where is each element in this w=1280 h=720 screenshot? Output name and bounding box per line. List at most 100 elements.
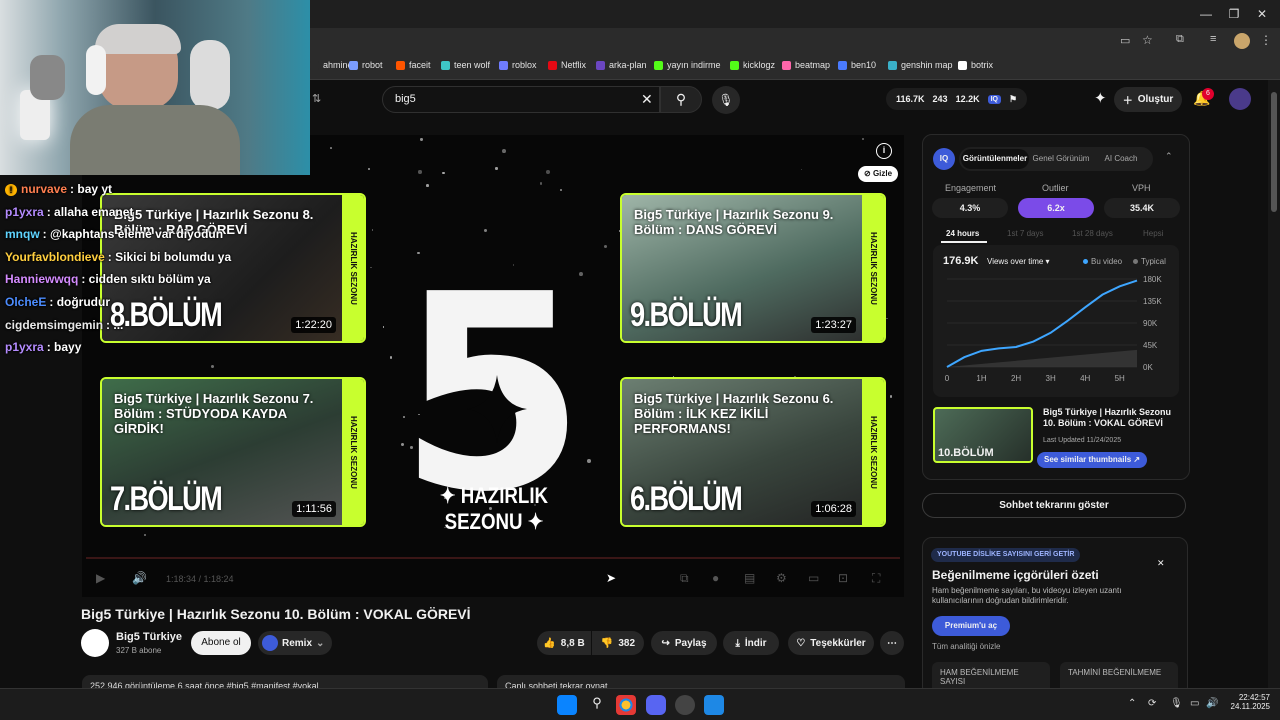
preview-analytics-link[interactable]: Tüm analitiği önizle: [932, 642, 1000, 651]
filter-icon[interactable]: ⇅: [312, 92, 321, 105]
x-tick-label: 2H: [1011, 374, 1021, 383]
bookmark-label: ben10: [851, 60, 877, 70]
fullscreen-icon[interactable]: ⛶: [872, 571, 880, 586]
miniplayer-icon[interactable]: ⧉: [680, 571, 689, 586]
profile-avatar[interactable]: [1234, 33, 1250, 49]
download-icon: ⤓: [735, 637, 740, 649]
tray-chevron-up-icon[interactable]: ⌃: [1128, 698, 1136, 709]
dislike-banner: YOUTUBE DİSLİKE SAYISINI GERİ GETİR: [931, 548, 1081, 562]
legend-this: Bu video: [1083, 257, 1122, 266]
last-updated: Last Updated 11/24/2025: [1043, 437, 1122, 444]
search-input[interactable]: big5 ✕: [382, 86, 660, 113]
collapse-icon[interactable]: ⌃: [1165, 151, 1173, 162]
theater-mode-icon[interactable]: ▭: [808, 571, 819, 585]
windows-start-icon[interactable]: [557, 695, 577, 715]
clock[interactable]: 22:42:57 24.11.2025: [1226, 693, 1270, 711]
account-avatar[interactable]: [1229, 88, 1251, 110]
autoplay-toggle[interactable]: ●: [712, 571, 719, 585]
scrollbar-thumb[interactable]: [1271, 92, 1277, 212]
reading-list-icon[interactable]: ≡: [1210, 33, 1216, 45]
obs-icon[interactable]: [675, 695, 695, 715]
endscreen-video-8[interactable]: Big5 Türkiye | Hazırlık Sezonu 8. Bölüm …: [100, 193, 366, 343]
channel-avatar[interactable]: [81, 629, 109, 657]
views-metric-select[interactable]: Views over time ▾: [987, 257, 1050, 266]
clear-search-icon[interactable]: ✕: [641, 91, 653, 108]
create-button[interactable]: ＋ Oluştur: [1114, 87, 1182, 112]
subscribe-button[interactable]: Abone ol: [191, 631, 251, 655]
show-chat-replay-button[interactable]: Sohbet tekrarını göster: [922, 493, 1186, 518]
hide-button[interactable]: ⊘ Gizle: [858, 166, 899, 182]
search-button[interactable]: ⚲: [660, 86, 702, 113]
see-similar-thumbnails-button[interactable]: See similar thumbnails ↗: [1037, 452, 1148, 468]
cast-icon[interactable]: ▭: [1120, 34, 1130, 47]
volume-icon[interactable]: 🔊: [132, 571, 147, 585]
period-all[interactable]: Hepsi: [1143, 229, 1163, 238]
bookmark-item[interactable]: arka-plan: [596, 60, 647, 70]
bookmark-item[interactable]: ben10: [838, 60, 876, 70]
network-icon[interactable]: ▭: [1190, 698, 1199, 709]
download-button[interactable]: ⤓ İndir: [723, 631, 779, 655]
studio-icon[interactable]: ✦: [1094, 89, 1107, 107]
progress-bar[interactable]: [86, 557, 900, 559]
bookmark-item[interactable]: beatmap: [782, 60, 830, 70]
bookmark-favicon-icon: [782, 60, 791, 70]
extension-stats[interactable]: 116.7K 243 12.2K IQ ⚑: [886, 88, 1028, 110]
bookmark-item[interactable]: robot: [349, 60, 383, 70]
description-box[interactable]: 252.946 görüntüleme 6 saat önce #big5 #m…: [82, 675, 488, 688]
tab-ai-coach[interactable]: AI Coach: [1095, 149, 1147, 169]
tab-views[interactable]: Görüntülenmeler: [961, 149, 1029, 169]
share-button[interactable]: ↪ Paylaş: [651, 631, 717, 655]
chat-text: : bay yt: [70, 182, 113, 196]
maximize-icon[interactable]: ❐: [1224, 4, 1244, 24]
remix-button[interactable]: Remix ⌄: [258, 631, 332, 655]
discord-icon[interactable]: [646, 695, 666, 715]
trophy-icon[interactable]: ⚑: [1009, 94, 1017, 105]
minimize-icon[interactable]: —: [1196, 4, 1216, 24]
video-player[interactable]: i ⊘ Gizle Big5 Türkiye | Hazırlık Sezonu…: [82, 135, 904, 597]
endscreen-video-7[interactable]: Big5 Türkiye | Hazırlık Sezonu 7. Bölüm …: [100, 377, 366, 527]
bookmark-item[interactable]: yayın indirme: [654, 60, 721, 70]
channel-name[interactable]: Big5 Türkiye: [116, 631, 182, 643]
endscreen-video-6[interactable]: Big5 Türkiye | Hazırlık Sezonu 6. Bölüm …: [620, 377, 886, 527]
bookmark-item[interactable]: teen wolf: [441, 60, 490, 70]
chat-replay-header[interactable]: Canlı sohbeti tekrar oynat: [497, 675, 905, 688]
info-icon[interactable]: i: [876, 143, 892, 159]
extensions-icon[interactable]: ⧉: [1176, 33, 1184, 46]
search-icon[interactable]: ⚲: [587, 695, 607, 715]
dislike-button[interactable]: 👎 382: [592, 631, 644, 655]
sync-icon[interactable]: ⟳: [1148, 698, 1156, 709]
menu-kebab-icon[interactable]: ⋮: [1260, 33, 1272, 47]
subtitles-icon[interactable]: ▤: [744, 571, 755, 585]
similar-thumbnail[interactable]: 10.BÖLÜM: [933, 407, 1033, 463]
period-28d[interactable]: 1st 28 days: [1072, 229, 1113, 238]
bookmark-item[interactable]: faceit: [396, 60, 431, 70]
bookmark-item[interactable]: botrix: [958, 60, 993, 70]
settings-gear-icon[interactable]: ⚙: [776, 571, 787, 585]
voice-search-button[interactable]: 🎙: [712, 86, 740, 114]
close-window-icon[interactable]: ✕: [1252, 4, 1272, 24]
more-actions-button[interactable]: ⋯: [880, 631, 904, 655]
tab-overview[interactable]: Genel Görünüm: [1029, 149, 1093, 169]
endscreen-title: Big5 Türkiye | Hazırlık Sezonu 9. Bölüm …: [634, 207, 834, 237]
iq-badge[interactable]: IQ: [987, 94, 1001, 104]
chat-message: ! nurvave: bay yt: [5, 182, 112, 196]
speaker-icon[interactable]: 🔊: [1206, 698, 1218, 709]
page-scrollbar[interactable]: [1268, 80, 1280, 688]
bookmark-item[interactable]: genshin map: [888, 60, 953, 70]
bookmark-item[interactable]: roblox: [499, 60, 537, 70]
endscreen-video-9[interactable]: Big5 Türkiye | Hazırlık Sezonu 9. Bölüm …: [620, 193, 886, 343]
thanks-button[interactable]: ♡ Teşekkürler: [788, 631, 874, 655]
bookmark-star-icon[interactable]: ☆: [1142, 33, 1153, 47]
play-icon[interactable]: ▶: [96, 571, 105, 585]
like-button[interactable]: 👍 8,8 B: [537, 631, 591, 655]
photos-icon[interactable]: [704, 695, 724, 715]
premium-button[interactable]: Premium'u aç: [932, 616, 1010, 636]
close-icon[interactable]: ✕: [1157, 558, 1165, 569]
chrome-icon[interactable]: [616, 695, 636, 715]
cast-icon[interactable]: ⊡: [838, 571, 848, 585]
period-7d[interactable]: 1st 7 days: [1007, 229, 1043, 238]
mic-tray-icon[interactable]: 🎙: [1170, 698, 1183, 709]
bookmark-item[interactable]: kicklogz: [730, 60, 775, 70]
bookmark-item[interactable]: Netflix: [548, 60, 586, 70]
period-24h[interactable]: 24 hours: [946, 229, 979, 238]
